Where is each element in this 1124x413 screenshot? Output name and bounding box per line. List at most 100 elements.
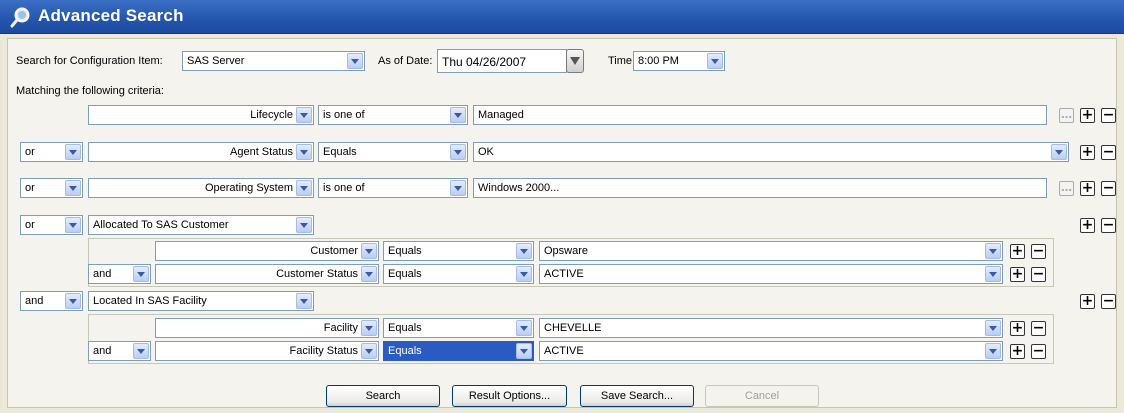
- add-icon[interactable]: +: [1080, 218, 1095, 233]
- field-select-agent-status[interactable]: Agent Status: [88, 142, 314, 162]
- value-field-operating-system[interactable]: Windows 2000...: [473, 178, 1047, 198]
- conjunction-select[interactable]: and: [20, 291, 83, 311]
- relation-select-customer[interactable]: Allocated To SAS Customer: [88, 215, 314, 235]
- add-icon[interactable]: +: [1010, 267, 1025, 282]
- value-select-agent-status[interactable]: OK: [473, 142, 1069, 162]
- chevron-down-icon: [516, 343, 532, 359]
- window-title: Advanced Search: [38, 6, 184, 25]
- chevron-down-icon: [133, 266, 149, 282]
- add-icon[interactable]: +: [1010, 244, 1025, 259]
- value-select-facility[interactable]: CHEVELLE: [539, 318, 1003, 338]
- remove-icon[interactable]: −: [1031, 321, 1046, 336]
- field-select-customer[interactable]: Customer: [155, 241, 379, 261]
- value-select-customer[interactable]: Opsware: [539, 241, 1003, 261]
- date-picker-button[interactable]: [566, 49, 584, 73]
- conjunction-select[interactable]: or: [20, 215, 83, 235]
- search-button[interactable]: Search: [326, 385, 440, 407]
- field-select-operating-system[interactable]: Operating System: [88, 178, 314, 198]
- conjunction-select[interactable]: and: [88, 341, 151, 361]
- operator-select-operating-system[interactable]: is one of: [318, 178, 468, 198]
- value-select-customer-status[interactable]: ACTIVE: [539, 264, 1003, 284]
- operator-select-customer[interactable]: Equals: [383, 241, 534, 261]
- remove-icon[interactable]: −: [1101, 145, 1116, 160]
- field-select-facility[interactable]: Facility: [155, 318, 379, 338]
- chevron-down-icon: [296, 293, 312, 309]
- relation-label: Located In SAS Facility: [93, 295, 207, 307]
- operator-select-customer-status[interactable]: Equals: [383, 264, 534, 284]
- operator-label: is one of: [323, 182, 365, 194]
- title-bar: Advanced Search: [0, 0, 1124, 34]
- operator-label: Equals: [388, 322, 422, 334]
- operator-label: is one of: [323, 109, 365, 121]
- chevron-down-icon: [361, 266, 377, 282]
- chevron-down-icon: [65, 180, 81, 196]
- result-options-button[interactable]: Result Options...: [452, 385, 567, 407]
- operator-label: Equals: [323, 146, 357, 158]
- save-search-button[interactable]: Save Search...: [580, 385, 694, 407]
- chevron-down-icon: [985, 266, 1001, 282]
- field-select-facility-status[interactable]: Facility Status: [155, 341, 379, 361]
- field-select-lifecycle[interactable]: Lifecycle: [88, 105, 314, 125]
- add-icon[interactable]: +: [1080, 181, 1095, 196]
- criteria-label: Matching the following criteria:: [16, 85, 164, 97]
- cancel-button[interactable]: Cancel: [705, 385, 819, 407]
- field-label: Agent Status: [230, 146, 293, 158]
- field-label: Facility: [323, 322, 358, 334]
- conjunction-select[interactable]: or: [20, 178, 83, 198]
- remove-icon[interactable]: −: [1101, 294, 1116, 309]
- value-select-facility-status[interactable]: ACTIVE: [539, 341, 1003, 361]
- conjunction-select[interactable]: or: [20, 142, 83, 162]
- remove-icon[interactable]: −: [1101, 218, 1116, 233]
- chevron-down-icon: [516, 243, 532, 259]
- conjunction-label: or: [25, 146, 35, 158]
- time-value: 8:00 PM: [638, 55, 679, 67]
- chevron-down-icon: [985, 320, 1001, 336]
- operator-label: Equals: [388, 345, 422, 357]
- conjunction-label: or: [25, 219, 35, 231]
- operator-select-lifecycle[interactable]: is one of: [318, 105, 468, 125]
- time-select[interactable]: 8:00 PM: [633, 51, 725, 71]
- add-icon[interactable]: +: [1080, 108, 1095, 123]
- search-for-label: Search for Configuration Item:: [16, 55, 163, 67]
- configuration-item-select[interactable]: SAS Server: [182, 51, 365, 71]
- ellipsis-button[interactable]: …: [1059, 108, 1074, 123]
- value-label: Opsware: [544, 245, 589, 257]
- chevron-down-icon: [985, 343, 1001, 359]
- chevron-down-icon: [516, 266, 532, 282]
- add-icon[interactable]: +: [1010, 321, 1025, 336]
- operator-select-agent-status[interactable]: Equals: [318, 142, 468, 162]
- date-value: Thu 04/26/2007: [442, 55, 527, 69]
- operator-select-facility[interactable]: Equals: [383, 318, 534, 338]
- value-field-lifecycle[interactable]: Managed: [473, 105, 1047, 125]
- add-icon[interactable]: +: [1010, 344, 1025, 359]
- conjunction-select[interactable]: and: [88, 264, 151, 284]
- remove-icon[interactable]: −: [1031, 344, 1046, 359]
- chevron-down-icon: [450, 180, 466, 196]
- chevron-down-icon: [361, 243, 377, 259]
- remove-icon[interactable]: −: [1031, 244, 1046, 259]
- ellipsis-button[interactable]: …: [1059, 181, 1074, 196]
- remove-icon[interactable]: −: [1031, 267, 1046, 282]
- operator-label: Equals: [388, 268, 422, 280]
- date-field[interactable]: Thu 04/26/2007: [437, 49, 567, 73]
- chevron-down-icon: [361, 320, 377, 336]
- value-label: Windows 2000...: [478, 182, 560, 194]
- field-label: Lifecycle: [250, 109, 293, 121]
- operator-label: Equals: [388, 245, 422, 257]
- chevron-down-icon: [361, 343, 377, 359]
- chevron-down-icon: [65, 144, 81, 160]
- chevron-down-icon: [707, 53, 723, 69]
- field-label: Facility Status: [289, 345, 358, 357]
- operator-select-facility-status[interactable]: Equals: [383, 341, 534, 361]
- add-icon[interactable]: +: [1080, 294, 1095, 309]
- chevron-down-icon: [296, 180, 312, 196]
- field-select-customer-status[interactable]: Customer Status: [155, 264, 379, 284]
- add-icon[interactable]: +: [1080, 145, 1095, 160]
- chevron-down-icon: [516, 320, 532, 336]
- as-of-date-label: As of Date:: [378, 55, 433, 67]
- chevron-down-icon: [1051, 144, 1067, 160]
- remove-icon[interactable]: −: [1101, 181, 1116, 196]
- relation-select-facility[interactable]: Located In SAS Facility: [88, 291, 314, 311]
- remove-icon[interactable]: −: [1101, 108, 1116, 123]
- chevron-down-icon: [450, 107, 466, 123]
